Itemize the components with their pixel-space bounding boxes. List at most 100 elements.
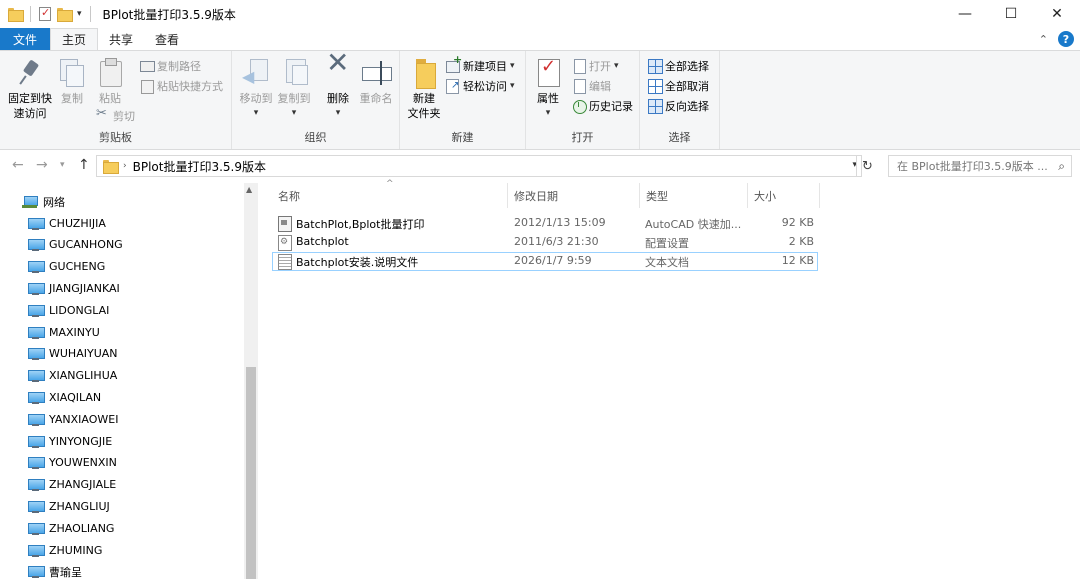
file-name: BatchPlot,Bplot批量打印 — [296, 218, 425, 231]
organize-group-label: 组织 — [304, 131, 327, 144]
nav-item-computer[interactable]: JIANGJIANKAI — [28, 279, 120, 297]
paste-button[interactable]: 粘贴 — [94, 57, 126, 106]
column-header-type[interactable]: 类型 — [640, 183, 748, 208]
copy-path-icon — [140, 59, 155, 73]
collapse-ribbon-icon[interactable]: ⌃ — [1039, 33, 1048, 46]
clipboard-group-label: 剪贴板 — [99, 131, 132, 144]
nav-item-computer[interactable]: YANXIAOWEI — [28, 410, 118, 428]
select-none-icon — [648, 79, 663, 94]
help-icon[interactable]: ? — [1058, 31, 1074, 47]
minimize-button[interactable]: — — [942, 0, 988, 28]
nav-item-computer[interactable]: ZHUMING — [28, 541, 102, 559]
nav-item-computer[interactable]: MAXINYU — [28, 323, 100, 341]
nav-item-computer[interactable]: ZHANGJIALE — [28, 476, 116, 494]
divider — [89, 6, 91, 22]
customize-quick-access-icon[interactable]: ▾ — [77, 9, 82, 19]
nav-item-computer[interactable]: ZHANGLIUJ — [28, 497, 110, 515]
recent-locations-icon[interactable]: ▾ — [60, 160, 65, 170]
edit-label: 编辑 — [589, 80, 611, 93]
move-to-button[interactable]: 移动到 ▾ — [236, 57, 276, 121]
nav-item-computer[interactable]: 曹瑜呈 — [28, 563, 82, 579]
table-row[interactable]: Batchplot安装.说明文件 2026/1/7 9:59 文本文档 12 K… — [272, 252, 818, 271]
column-header-name[interactable]: 名称 ^ — [272, 179, 508, 208]
tab-home[interactable]: 主页 — [50, 28, 99, 50]
delete-button[interactable]: 删除 ▾ — [322, 55, 354, 121]
copy-to-icon — [278, 57, 310, 89]
easy-access-icon — [446, 79, 460, 94]
nav-item-computer[interactable]: XIAQILAN — [28, 388, 101, 406]
properties-icon[interactable] — [39, 6, 51, 21]
copy-label: 复制 — [61, 92, 83, 105]
close-button[interactable]: ✕ — [1034, 0, 1080, 28]
nav-item-computer[interactable]: WUHAIYUAN — [28, 345, 118, 363]
refresh-icon[interactable]: ↻ — [856, 155, 878, 177]
select-all-button[interactable]: 全部选择 — [648, 57, 709, 75]
chevron-right-icon[interactable]: › — [123, 161, 127, 171]
table-row[interactable]: Batchplot 2011/6/3 21:30 配置设置 2 KB — [272, 233, 818, 252]
nav-item-network[interactable]: 网络 — [22, 193, 65, 211]
divider — [30, 6, 31, 22]
invert-selection-label: 反向选择 — [665, 100, 709, 113]
table-row[interactable]: BatchPlot,Bplot批量打印 2012/1/13 15:09 Auto… — [272, 214, 818, 233]
copy-path-button[interactable]: 复制路径 — [140, 57, 201, 75]
nav-item-computer[interactable]: YINYONGJIE — [28, 432, 112, 450]
nav-item-label: ZHUMING — [49, 543, 103, 557]
nav-item-computer[interactable]: ZHAOLIANG — [28, 519, 114, 537]
copy-button[interactable]: 复制 — [56, 57, 88, 106]
maximize-button[interactable]: ☐ — [988, 0, 1034, 28]
pin-icon — [14, 57, 46, 89]
column-header-label: 大小 — [754, 189, 776, 203]
pin-quick-access-button[interactable]: 固定到快 速访问 — [6, 57, 54, 121]
easy-access-button[interactable]: 轻松访问 ▾ — [446, 77, 515, 95]
address-path[interactable]: BPlot批量打印3.5.9版本 — [133, 158, 266, 175]
search-placeholder: 在 BPlot批量打印3.5.9版本 ... — [897, 160, 1048, 173]
invert-selection-button[interactable]: 反向选择 — [648, 97, 709, 115]
nav-item-computer[interactable]: GUCHENG — [28, 258, 105, 276]
chevron-down-icon: ▾ — [253, 108, 259, 118]
organize-group: 移动到 ▾ 复制到 ▾ 删除 ▾ 重命名 组织 — [232, 51, 400, 149]
computer-icon — [28, 348, 45, 361]
open-button[interactable]: 打开 ▾ — [572, 57, 619, 75]
cut-button[interactable]: 剪切 — [96, 106, 135, 125]
folder-icon — [8, 8, 24, 22]
nav-item-computer[interactable]: YOUWENXIN — [28, 454, 117, 472]
rename-button[interactable]: 重命名 — [356, 57, 396, 106]
history-button[interactable]: 历史记录 — [572, 97, 633, 115]
forward-arrow-icon[interactable]: → — [36, 157, 48, 173]
copy-to-button[interactable]: 复制到 ▾ — [274, 57, 314, 121]
file-name: Batchplot — [296, 235, 349, 248]
new-folder-button[interactable]: 新建 文件夹 — [404, 57, 444, 121]
scroll-up-icon[interactable]: ▲ — [246, 185, 252, 194]
nav-item-computer[interactable]: LIDONGLAI — [28, 301, 109, 319]
select-none-button[interactable]: 全部取消 — [648, 77, 709, 95]
address-bar[interactable]: › BPlot批量打印3.5.9版本 ▾ — [96, 155, 862, 177]
column-header-size[interactable]: 大小 — [748, 183, 820, 208]
cut-label: 剪切 — [113, 110, 135, 123]
select-all-label: 全部选择 — [665, 60, 709, 73]
tab-view[interactable]: 查看 — [144, 28, 190, 50]
nav-pane-scrollbar[interactable]: ▲ — [244, 183, 258, 579]
ribbon: 固定到快 速访问 复制 粘贴 复制路径 粘贴快捷方式 剪切 剪贴板 移动到 — [0, 50, 1080, 150]
nav-item-label: YINYONGJIE — [49, 434, 113, 448]
paste-shortcut-button[interactable]: 粘贴快捷方式 — [140, 77, 223, 95]
new-item-button[interactable]: 新建项目 ▾ — [446, 53, 515, 75]
nav-item-computer[interactable]: CHUZHIJIA — [28, 214, 106, 232]
search-input[interactable]: 在 BPlot批量打印3.5.9版本 ... ⌕ — [888, 155, 1072, 177]
nav-item-computer[interactable]: XIANGLIHUA — [28, 367, 117, 385]
column-header-modified[interactable]: 修改日期 — [508, 183, 640, 208]
tab-share[interactable]: 共享 — [98, 28, 144, 50]
nav-pane-scroll-thumb[interactable] — [246, 367, 256, 579]
ribbon-tabs-right: ⌃ ? — [1039, 31, 1074, 47]
properties-button[interactable]: 属性 ▾ — [530, 57, 566, 121]
back-arrow-icon[interactable]: ← — [12, 157, 24, 173]
tab-file[interactable]: 文件 — [0, 28, 50, 50]
new-folder-icon[interactable] — [57, 8, 73, 22]
up-arrow-icon[interactable]: ↑ — [78, 157, 90, 173]
file-size: 92 KB — [781, 216, 814, 229]
network-icon — [22, 195, 38, 209]
nav-item-computer[interactable]: GUCANHONG — [28, 236, 123, 254]
search-icon[interactable]: ⌕ — [1058, 159, 1065, 174]
edit-button[interactable]: 编辑 — [572, 77, 611, 95]
nav-item-label: LIDONGLAI — [49, 303, 110, 317]
nav-item-label: GUCHENG — [49, 260, 106, 274]
